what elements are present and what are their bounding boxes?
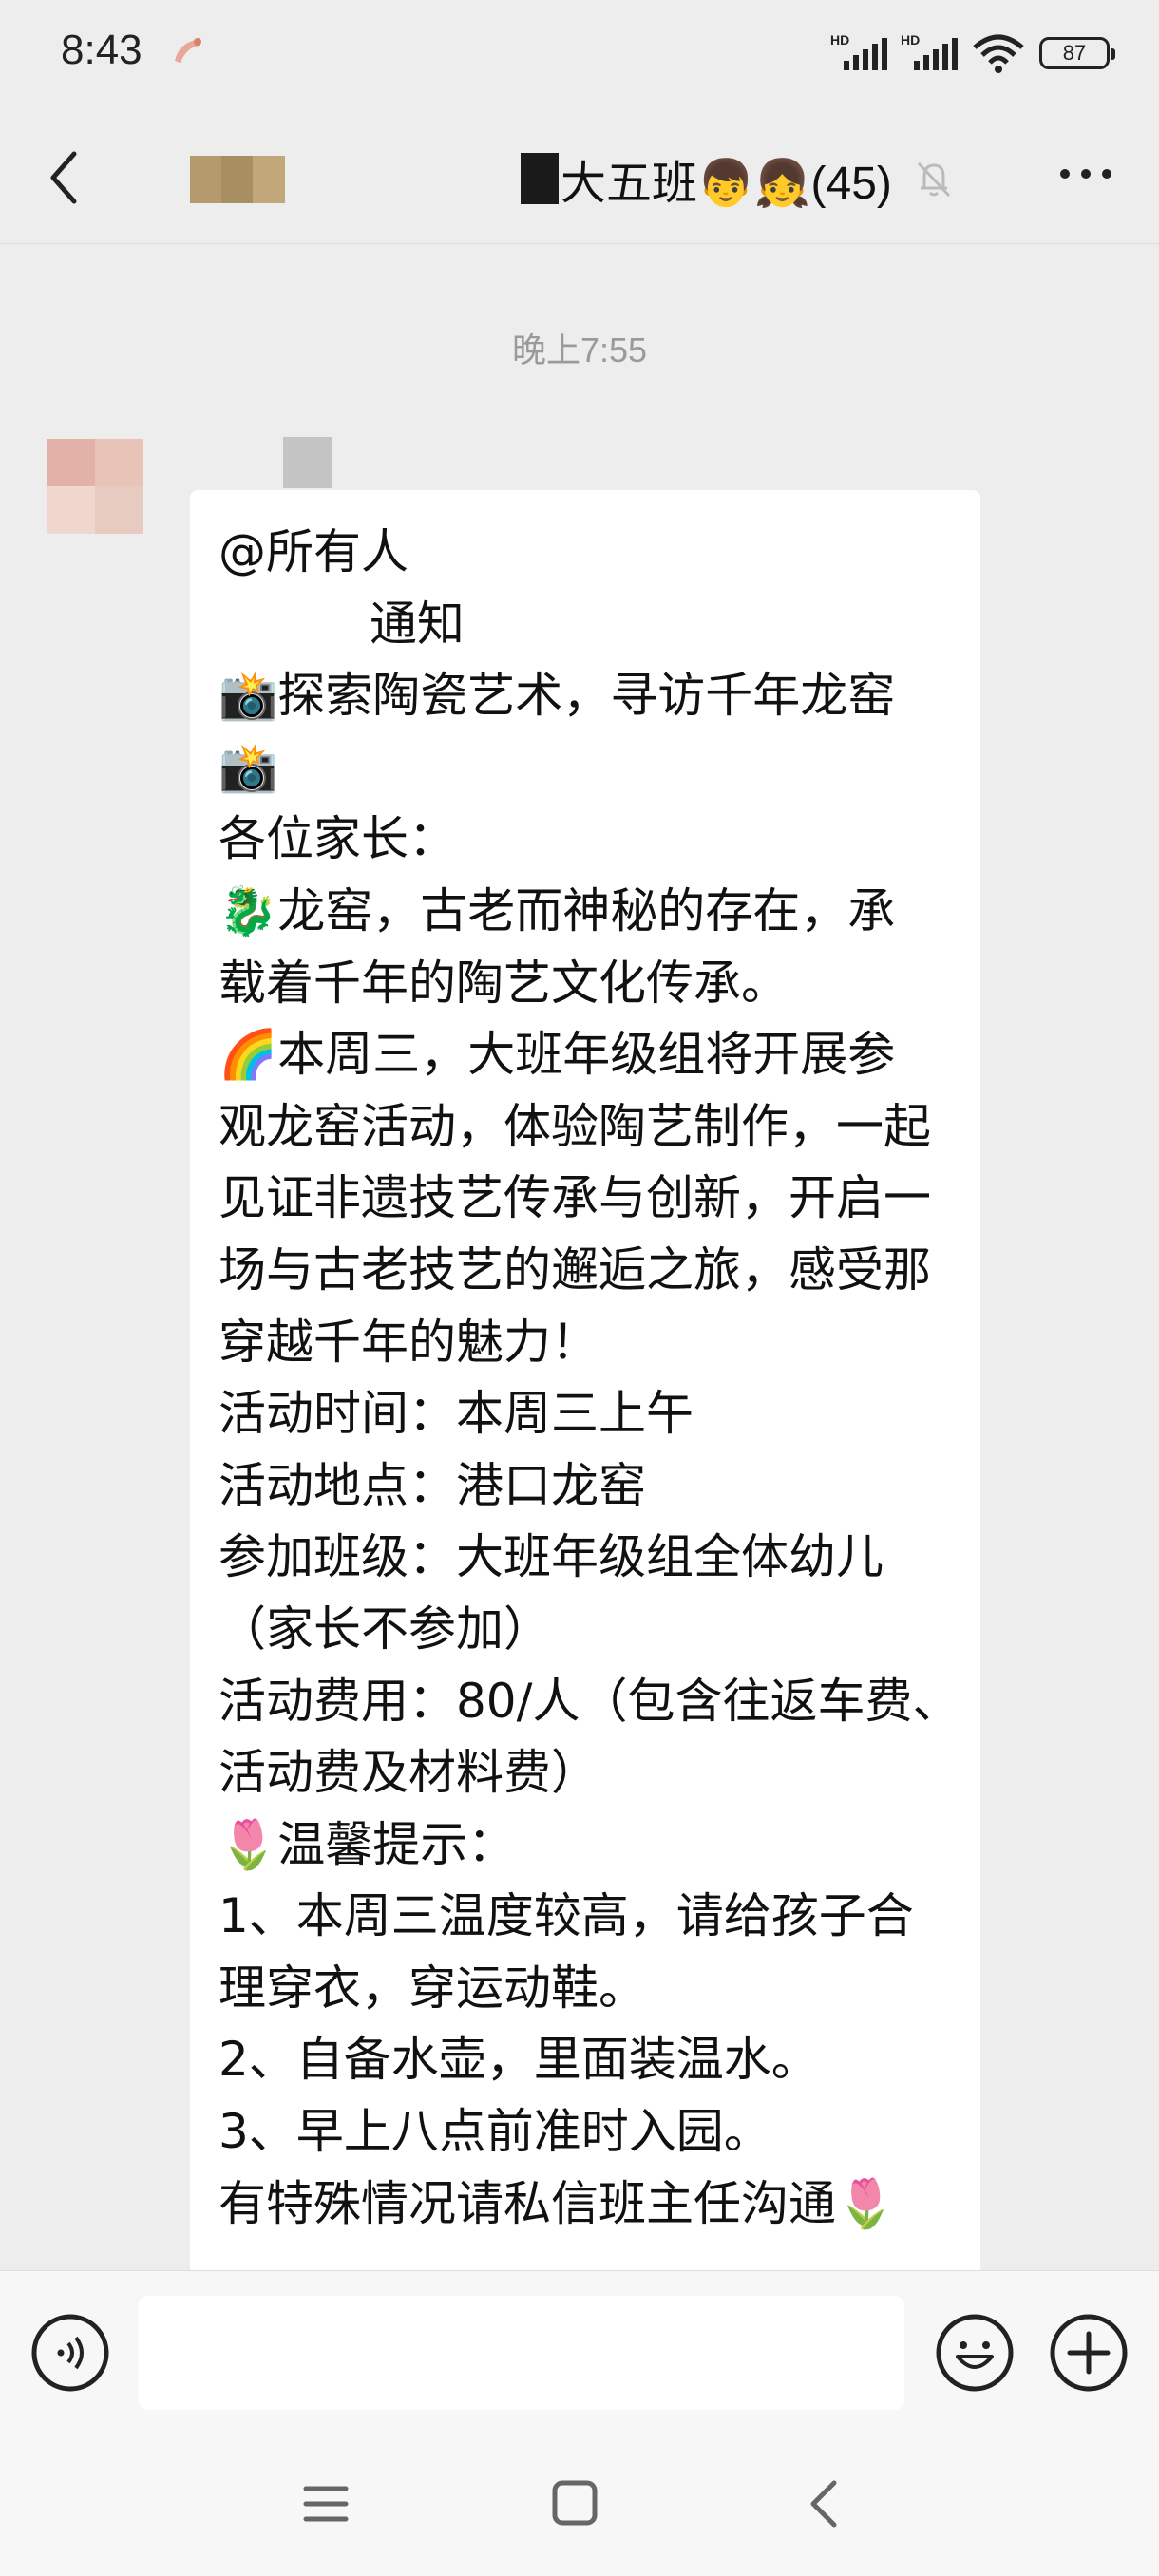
notification-icon	[175, 38, 201, 63]
signal-icon: HD	[830, 32, 887, 74]
wifi-icon	[973, 34, 1024, 73]
chat-title: 大五班👦👧(45)	[560, 159, 892, 209]
emoji-icon[interactable]	[935, 2313, 1015, 2393]
back-arrow-icon[interactable]	[42, 144, 87, 211]
plus-icon[interactable]	[1049, 2313, 1129, 2393]
status-time: 8:43	[61, 27, 142, 73]
sender-avatar[interactable]	[48, 439, 142, 534]
home-icon[interactable]	[551, 2479, 598, 2527]
more-icon[interactable]	[1060, 169, 1112, 179]
battery-icon: 87	[1039, 37, 1115, 69]
status-bar: 8:43 HD HD 87	[0, 0, 1159, 114]
redacted-block	[521, 153, 559, 204]
message-input[interactable]	[139, 2296, 904, 2410]
chat-header: 大五班👦👧(45)	[0, 114, 1159, 244]
group-avatar-blurred[interactable]	[190, 156, 285, 203]
message-timestamp: 晚上7:55	[511, 331, 648, 369]
message-text: @所有人 通知 📸探索陶瓷艺术，寻访千年龙窑 📸 各位家长： 🐉龙窑，古老而神秘…	[218, 524, 960, 2231]
menu-icon[interactable]	[302, 2483, 350, 2525]
status-icons: HD HD 87	[830, 25, 1115, 82]
battery-level: 87	[1062, 41, 1087, 65]
signal-icon: HD	[901, 32, 958, 74]
message-bubble[interactable]: @所有人 通知 📸探索陶瓷艺术，寻访千年龙窑 📸 各位家长： 🐉龙窑，古老而神秘…	[190, 490, 980, 2276]
system-nav-bar	[0, 2434, 1159, 2576]
mute-bell-icon	[917, 161, 950, 198]
voice-icon[interactable]	[30, 2313, 110, 2393]
chat-title-area[interactable]: 大五班👦👧(45)	[521, 139, 957, 218]
input-bar	[0, 2270, 1159, 2434]
sender-name-redacted	[283, 437, 332, 488]
back-icon[interactable]	[806, 2477, 844, 2530]
